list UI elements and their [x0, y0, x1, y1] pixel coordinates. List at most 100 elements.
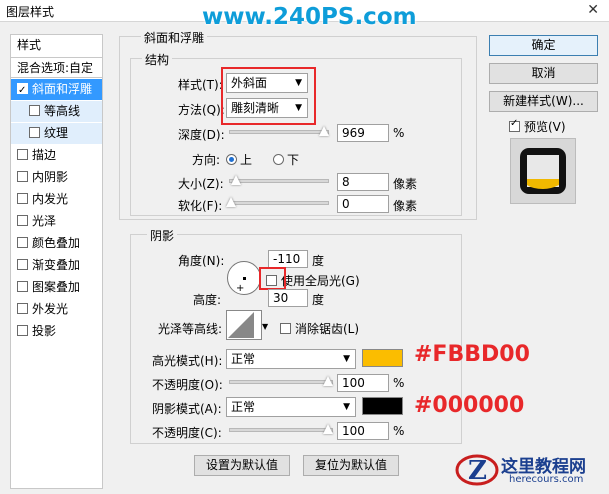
soften-label: 软化(F):: [178, 199, 223, 213]
size-slider[interactable]: [229, 175, 329, 186]
soften-slider[interactable]: [226, 197, 329, 208]
angle-unit: 度: [312, 254, 325, 268]
shadow-color-swatch[interactable]: [362, 397, 403, 415]
depth-label: 深度(D):: [178, 128, 225, 142]
style-list-item[interactable]: 纹理: [11, 123, 102, 144]
blend-options-item[interactable]: 混合选项:自定: [11, 57, 102, 78]
highlight-mode-select[interactable]: 正常 ▼: [226, 349, 356, 369]
style-list-item[interactable]: 等高线: [11, 101, 102, 122]
size-input[interactable]: 8: [337, 173, 389, 191]
size-label: 大小(Z):: [178, 177, 224, 191]
chevron-down-icon[interactable]: ▼: [262, 322, 268, 331]
direction-down-option[interactable]: 下: [273, 151, 299, 168]
style-item-label: 光泽: [32, 214, 57, 228]
slider-track: [229, 130, 329, 134]
style-list-item[interactable]: 描边: [11, 145, 102, 166]
style-list-item[interactable]: 外发光: [11, 299, 102, 320]
slider-track: [229, 201, 329, 205]
radio-icon[interactable]: [226, 154, 237, 165]
depth-slider[interactable]: [229, 126, 329, 137]
reset-default-button[interactable]: 复位为默认值: [303, 455, 399, 476]
size-unit: 像素: [393, 177, 418, 191]
style-checkbox[interactable]: [17, 171, 28, 182]
style-label: 样式(T):: [178, 78, 223, 92]
style-item-label: 渐变叠加: [32, 258, 81, 272]
style-checkbox[interactable]: [17, 193, 28, 204]
altitude-input[interactable]: 30: [268, 289, 308, 307]
shadow-opacity-slider[interactable]: [229, 424, 333, 435]
slider-thumb[interactable]: [226, 197, 236, 207]
style-item-label: 斜面和浮雕: [32, 82, 93, 96]
style-item-label: 内阴影: [32, 170, 69, 184]
crosshair-icon: +: [236, 283, 245, 294]
style-checkbox[interactable]: [17, 259, 28, 270]
antialias-option[interactable]: 消除锯齿(L): [280, 320, 359, 337]
style-checkbox[interactable]: [17, 215, 28, 226]
gloss-contour-picker[interactable]: [226, 310, 262, 340]
slider-thumb[interactable]: [319, 126, 329, 136]
style-list-item[interactable]: 图案叠加: [11, 277, 102, 298]
style-checkbox[interactable]: [17, 149, 28, 160]
style-item-label: 内发光: [32, 192, 69, 206]
style-list-item[interactable]: 颜色叠加: [11, 233, 102, 254]
highlight-opacity-slider[interactable]: [229, 376, 333, 387]
bevel-section-title: 斜面和浮雕: [141, 29, 208, 46]
slider-thumb[interactable]: [231, 175, 241, 185]
slider-track: [229, 380, 333, 384]
logo-sub-text: herecours.com: [509, 474, 584, 485]
slider-thumb[interactable]: [323, 424, 333, 434]
highlight-opacity-input[interactable]: 100: [337, 374, 389, 392]
shadow-mode-select[interactable]: 正常 ▼: [226, 397, 356, 417]
style-checkbox[interactable]: [17, 80, 28, 101]
slider-thumb[interactable]: [323, 376, 333, 386]
preview-checkbox-row[interactable]: 预览(V): [509, 118, 566, 135]
style-checkbox[interactable]: [17, 281, 28, 292]
set-default-button[interactable]: 设置为默认值: [194, 455, 290, 476]
shadow-opacity-input[interactable]: 100: [337, 422, 389, 440]
altitude-label: 高度:: [193, 293, 222, 307]
shadow-mode-value: 正常: [231, 400, 256, 414]
shadow-mode-label: 阴影模式(A):: [152, 402, 222, 416]
highlight-box-global-light: [259, 267, 286, 290]
cancel-button[interactable]: 取消: [489, 63, 598, 84]
style-list-item[interactable]: 渐变叠加: [11, 255, 102, 276]
slider-track: [229, 179, 329, 183]
radio-icon[interactable]: [273, 154, 284, 165]
opacity1-unit: %: [393, 376, 405, 390]
svg-text:Z: Z: [468, 456, 487, 486]
style-list-item[interactable]: 内发光: [11, 189, 102, 210]
style-list-item[interactable]: 内阴影: [11, 167, 102, 188]
gloss-contour-label: 光泽等高线:: [158, 322, 223, 336]
angle-input[interactable]: -110: [268, 250, 308, 268]
style-list-item[interactable]: 光泽: [11, 211, 102, 232]
angle-dot: [243, 277, 246, 280]
antialias-checkbox[interactable]: [280, 323, 291, 334]
ok-button[interactable]: 确定: [489, 35, 598, 56]
style-checkbox[interactable]: [29, 105, 40, 116]
opacity2-unit: %: [393, 424, 405, 438]
style-checkbox[interactable]: [29, 127, 40, 138]
style-list-header[interactable]: 样式: [11, 35, 102, 56]
style-list-item[interactable]: 斜面和浮雕: [11, 79, 102, 101]
preview-checkbox[interactable]: [509, 118, 520, 132]
structure-title: 结构: [142, 51, 173, 68]
direction-up-option[interactable]: 上: [226, 151, 252, 168]
new-style-button[interactable]: 新建样式(W)...: [489, 91, 598, 112]
style-item-label: 投影: [32, 324, 57, 338]
direction-up-label: 上: [240, 153, 253, 167]
angle-label: 角度(N):: [178, 254, 225, 268]
style-list-item[interactable]: 投影: [11, 321, 102, 342]
style-checkbox[interactable]: [17, 303, 28, 314]
global-light-label: 使用全局光(G): [281, 274, 360, 288]
depth-input[interactable]: 969: [337, 124, 389, 142]
style-item-label: 描边: [32, 148, 57, 162]
style-checkbox[interactable]: [17, 325, 28, 336]
shadow-hex-annotation: #000000: [414, 393, 525, 418]
style-item-label: 图案叠加: [32, 280, 81, 294]
highlight-color-swatch[interactable]: [362, 349, 403, 367]
style-checkbox[interactable]: [17, 237, 28, 248]
close-icon[interactable]: ✕: [587, 2, 599, 18]
shading-title: 阴影: [147, 227, 178, 244]
soften-input[interactable]: 0: [337, 195, 389, 213]
site-logo: Z 这里教程网 herecours.com: [455, 448, 605, 492]
